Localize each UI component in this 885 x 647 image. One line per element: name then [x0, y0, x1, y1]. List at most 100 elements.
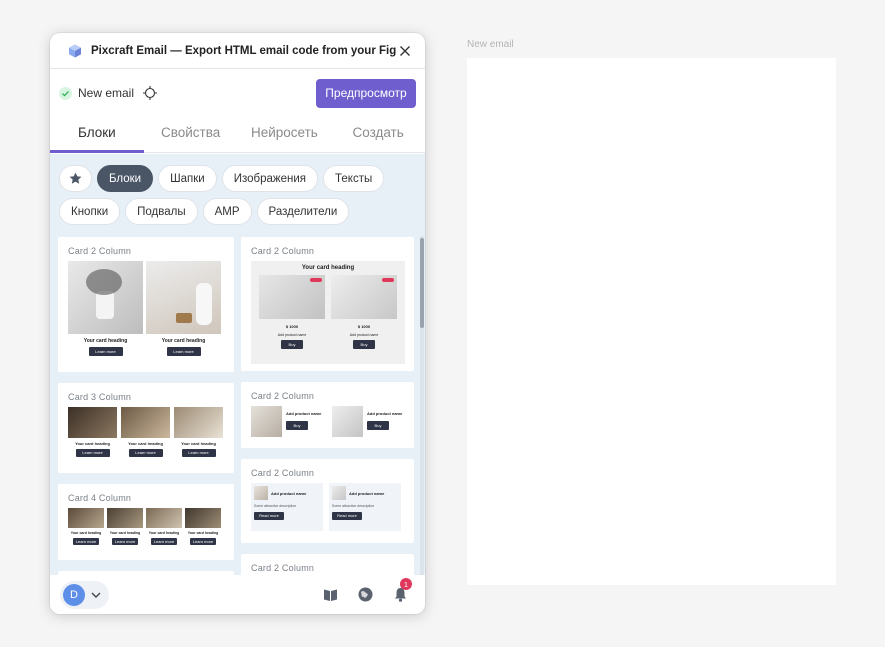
card-image: [331, 275, 397, 319]
product-name: Add product name: [271, 490, 307, 496]
target-icon[interactable]: [142, 85, 158, 101]
card-button: Learn more: [75, 449, 110, 457]
email-name[interactable]: New email: [78, 86, 134, 100]
chip-footers[interactable]: Подвалы: [125, 198, 198, 225]
card-heading: Your card heading: [128, 441, 163, 446]
app-cube-icon: [69, 44, 81, 57]
card-heading: Your card heading: [109, 531, 141, 535]
card-image: [68, 261, 143, 334]
block-card[interactable]: Card 2 Column Your card heading Learn mo…: [58, 237, 234, 372]
card-heading: Your card heading: [83, 338, 128, 344]
card-title: Card 2 Column: [68, 246, 132, 256]
card-button: Read more: [332, 512, 362, 520]
product-description: Some attractive description: [254, 504, 297, 508]
block-card[interactable]: Card 4 Column Your card heading Learn mo…: [58, 484, 234, 560]
card-button: Read more: [254, 512, 284, 520]
card-preview: Your card heading Learn more Your card h…: [68, 407, 225, 457]
card-image: [332, 486, 346, 500]
footer-actions: 1: [322, 578, 412, 603]
card-title: Card 2 Column: [251, 391, 315, 401]
frame-label[interactable]: New email: [467, 39, 514, 50]
card-heading: Your card heading: [301, 265, 355, 271]
plugin-window: Pixcraft Email — Export HTML email code …: [50, 33, 425, 614]
card-image: [251, 406, 282, 437]
email-frame[interactable]: [467, 58, 836, 585]
card-image: [146, 508, 182, 528]
tab-ai[interactable]: Нейросеть: [238, 117, 332, 152]
card-button: Learn more: [112, 538, 138, 545]
card-title: Card 2 Column: [251, 468, 315, 478]
card-heading: Your card heading: [148, 531, 180, 535]
globe-icon[interactable]: [357, 586, 374, 603]
category-chips: Блоки Шапки Изображения Тексты Кнопки По…: [50, 154, 425, 225]
card-image: [146, 261, 221, 334]
block-card[interactable]: Card 2 Column Your card heading $ 1000 A…: [241, 237, 414, 371]
tab-properties[interactable]: Свойства: [144, 117, 238, 152]
product-name: Add product name: [277, 333, 307, 337]
blocks-column-right: Card 2 Column Your card heading $ 1000 A…: [241, 237, 414, 575]
footer: D 1: [50, 575, 425, 614]
chip-buttons[interactable]: Кнопки: [59, 198, 121, 225]
card-button: Learn more: [128, 449, 163, 457]
card-image: [185, 508, 221, 528]
notifications[interactable]: 1: [392, 578, 412, 603]
scrollbar-thumb[interactable]: [420, 238, 424, 328]
tab-create[interactable]: Создать: [331, 117, 425, 152]
block-card[interactable]: Card 2 Column Add product name Buy Add p…: [241, 382, 414, 448]
card-heading: Your card heading: [161, 338, 206, 344]
plugin-title: Pixcraft Email — Export HTML email code …: [91, 44, 397, 57]
tab-blocks[interactable]: Блоки: [50, 117, 144, 153]
card-image: [107, 508, 143, 528]
card-image: [259, 275, 325, 319]
card-image: [68, 508, 104, 528]
chip-images[interactable]: Изображения: [221, 165, 319, 192]
product-name: Add product name: [286, 411, 322, 416]
card-button: Buy: [286, 421, 308, 430]
card-button: Learn more: [73, 538, 99, 545]
avatar: D: [63, 583, 85, 606]
tab-bar: Блоки Свойства Нейросеть Создать: [50, 117, 425, 153]
product-price: $ 1000: [285, 324, 299, 329]
user-menu[interactable]: D: [60, 580, 109, 609]
block-card[interactable]: Card 2 Column Add product name Some attr…: [241, 459, 414, 543]
card-button: Buy: [353, 340, 375, 349]
card-heading: Your card heading: [70, 531, 102, 535]
card-preview: Your card heading Learn more Your card h…: [68, 508, 225, 545]
chip-blocks[interactable]: Блоки: [97, 165, 154, 192]
toolbar: New email Предпросмотр: [50, 69, 425, 117]
card-button: Learn more: [151, 538, 177, 545]
block-card[interactable]: Card 2 Column: [241, 554, 414, 575]
product-name: Add product name: [349, 333, 379, 337]
card-title: Card 4 Column: [68, 493, 132, 503]
card-image: [174, 407, 223, 438]
card-title: Card 3 Column: [68, 392, 132, 402]
card-image: [121, 407, 170, 438]
chip-texts[interactable]: Тексты: [323, 165, 385, 192]
preview-button[interactable]: Предпросмотр: [316, 78, 416, 108]
card-title: Card 2 Column: [251, 246, 315, 256]
blocks-panel: Блоки Шапки Изображения Тексты Кнопки По…: [50, 154, 425, 575]
card-preview: Your card heading Learn more Your card h…: [68, 261, 225, 356]
close-icon[interactable]: [397, 43, 413, 59]
card-heading: Your card heading: [187, 531, 219, 535]
card-preview: Add product name Buy Add product name Bu…: [251, 406, 405, 437]
chevron-down-icon: [91, 592, 101, 598]
notification-badge: 1: [400, 578, 412, 590]
card-preview: Add product name Some attractive descrip…: [251, 483, 405, 531]
product-name: Add product name: [367, 411, 403, 416]
card-button: Learn more: [88, 347, 123, 356]
favorites-chip[interactable]: [59, 165, 92, 192]
product-name: Add product name: [349, 490, 385, 496]
star-icon: [69, 172, 82, 184]
card-button: Learn more: [181, 449, 216, 457]
block-card[interactable]: Card 3 Column Your card heading Learn mo…: [58, 383, 234, 473]
product-price: $ 1000: [357, 324, 371, 329]
chip-amp[interactable]: AMP: [202, 198, 252, 225]
card-button: Buy: [281, 340, 303, 349]
chip-headers[interactable]: Шапки: [158, 165, 217, 192]
chip-dividers[interactable]: Разделители: [256, 198, 350, 225]
book-icon[interactable]: [322, 586, 339, 603]
card-image: [68, 407, 117, 438]
blocks-column-left: Card 2 Column Your card heading Learn mo…: [58, 237, 234, 575]
card-image: [254, 486, 268, 500]
